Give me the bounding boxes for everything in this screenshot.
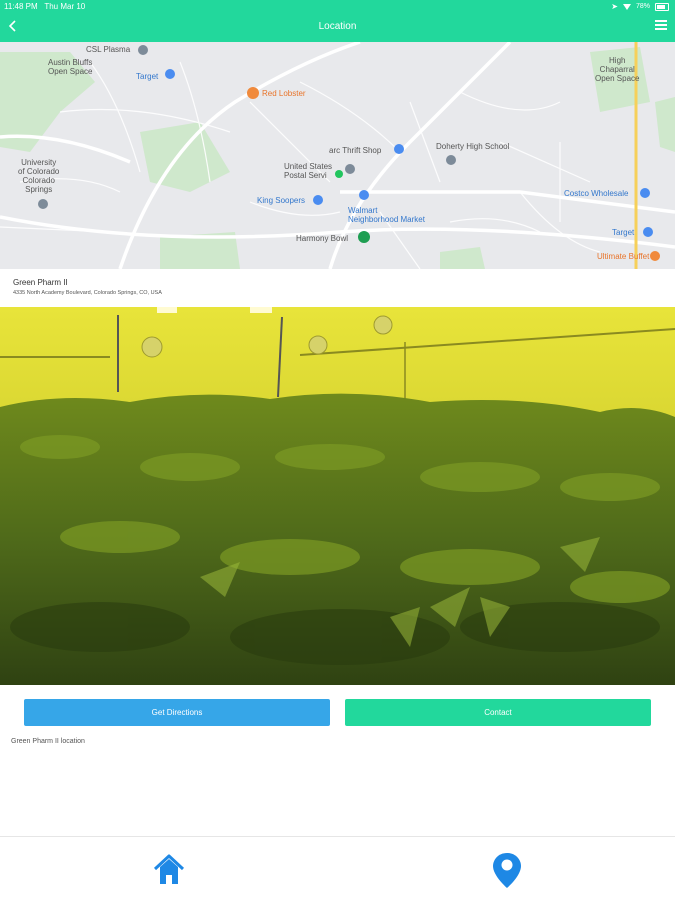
status-time: 11:48 PM — [4, 2, 38, 11]
map-label-ultimate-buffet: Ultimate Buffet — [597, 252, 650, 261]
map-label-target: Target — [136, 72, 159, 81]
map-label-arc-thrift: arc Thrift Shop — [329, 146, 382, 155]
map-label-university: University of Colorado Colorado Springs — [18, 158, 60, 194]
location-status-icon: ➤ — [611, 2, 618, 11]
location-photo — [0, 307, 675, 685]
bottom-navigation — [0, 836, 675, 901]
status-time-date: 11:48 PM Thu Mar 10 — [4, 0, 85, 13]
wifi-icon — [622, 3, 631, 10]
map-view[interactable]: CSL Plasma Austin Bluffs Open Space Targ… — [0, 42, 675, 269]
map-label-usps: United States Postal Servi — [284, 162, 333, 180]
map-label-austin-bluffs: Austin Bluffs Open Space — [48, 58, 93, 76]
contact-button[interactable]: Contact — [345, 699, 651, 726]
page-title: Location — [318, 21, 357, 32]
location-caption: Green Pharm II location — [11, 738, 85, 745]
location-address: 4335 North Academy Boulevard, Colorado S… — [13, 290, 162, 296]
location-name: Green Pharm II — [13, 278, 68, 287]
battery-percent: 78% — [635, 3, 650, 10]
map-label-red-lobster: Red Lobster — [262, 89, 306, 98]
map-label-csl-plasma: CSL Plasma — [86, 45, 131, 54]
map-label-target-2: Target — [612, 228, 635, 237]
map-label-walmart: Walmart Neighborhood Market — [348, 206, 425, 224]
map-label-high-chaparral: High Chaparral Open Space — [595, 56, 640, 83]
map-label-king-soopers: King Soopers — [257, 196, 306, 205]
battery-icon — [655, 2, 669, 11]
map-label-costco: Costco Wholesale — [564, 189, 629, 198]
location-info: Green Pharm II 4335 North Academy Boulev… — [0, 269, 675, 307]
map-label-doherty: Doherty High School — [436, 142, 510, 151]
get-directions-button[interactable]: Get Directions — [24, 699, 330, 726]
app-bar: Location — [0, 13, 675, 42]
status-bar: 11:48 PM Thu Mar 10 ➤ 78% — [0, 0, 675, 13]
status-date: Thu Mar 10 — [44, 2, 86, 11]
menu-icon[interactable] — [655, 20, 667, 30]
home-icon[interactable] — [151, 851, 187, 889]
map-pin-icon[interactable] — [489, 851, 525, 889]
map-label-harmony-bowl: Harmony Bowl — [296, 234, 349, 243]
